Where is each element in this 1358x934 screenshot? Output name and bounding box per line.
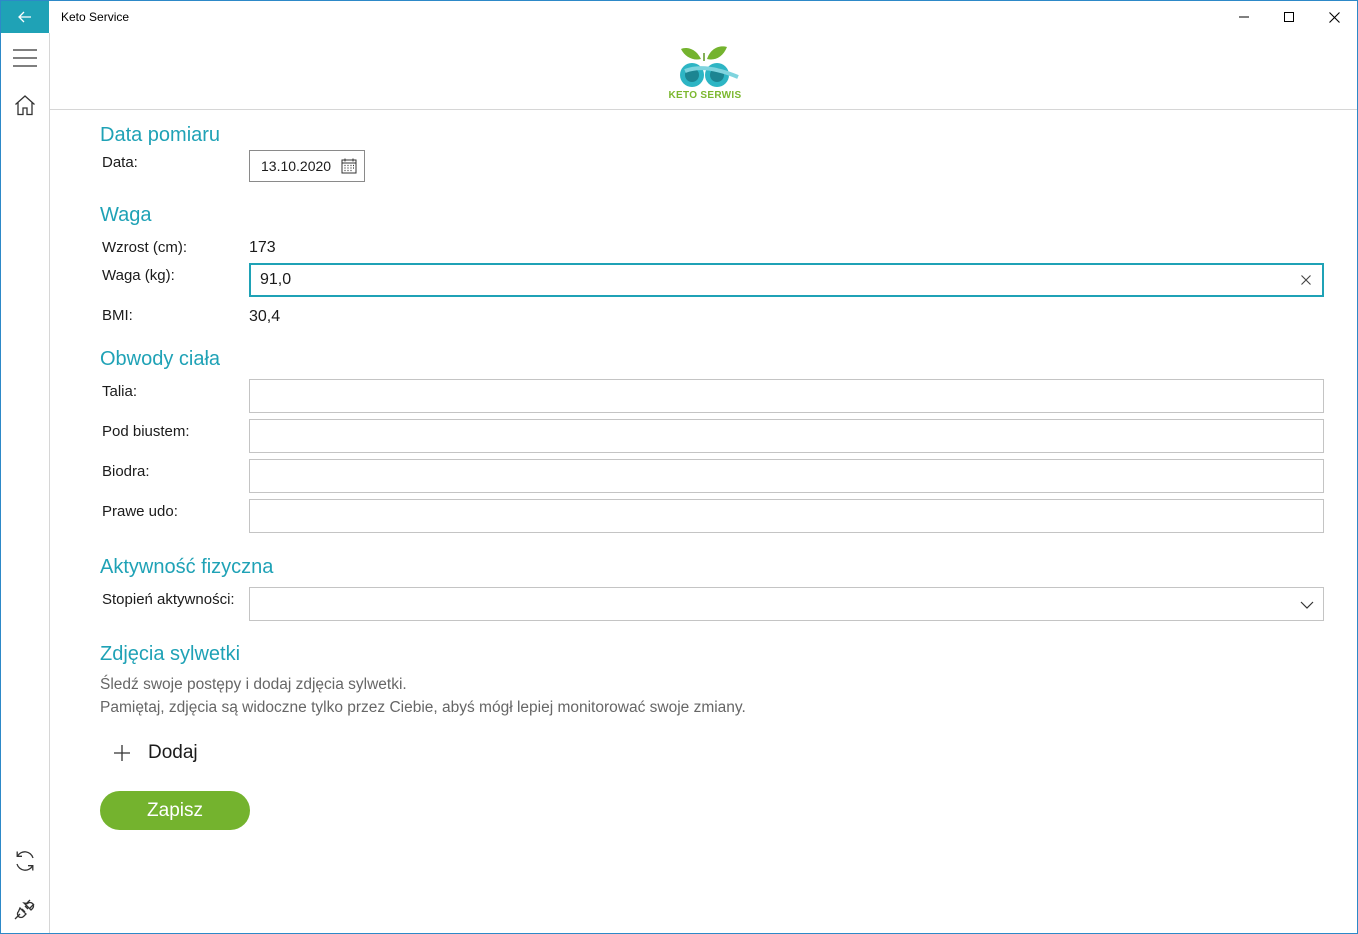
connection-button[interactable] bbox=[1, 889, 49, 929]
minimize-icon bbox=[1239, 16, 1249, 18]
date-label: Data: bbox=[102, 154, 138, 171]
save-button[interactable]: Zapisz bbox=[100, 791, 250, 830]
chevron-down-icon bbox=[1300, 601, 1314, 609]
plug-icon bbox=[14, 899, 35, 920]
underbust-input[interactable] bbox=[249, 419, 1324, 453]
back-button[interactable] bbox=[1, 1, 49, 33]
weight-input-value: 91,0 bbox=[260, 271, 292, 288]
maximize-button[interactable] bbox=[1266, 1, 1312, 33]
window-title: Keto Service bbox=[61, 10, 130, 24]
clear-weight-button[interactable] bbox=[1297, 271, 1315, 289]
close-button[interactable] bbox=[1311, 1, 1357, 33]
logo-graphic-icon bbox=[680, 46, 739, 87]
keto-serwis-logo: KETO SERWIS bbox=[665, 41, 745, 103]
waist-input[interactable] bbox=[249, 379, 1324, 413]
hips-label: Biodra: bbox=[102, 463, 150, 480]
weight-input[interactable]: 91,0 bbox=[249, 263, 1324, 297]
minimize-button[interactable] bbox=[1221, 1, 1267, 33]
activity-level-label: Stopień aktywności: bbox=[102, 591, 235, 608]
photos-description-line2: Pamiętaj, zdjęcia są widoczne tylko prze… bbox=[100, 699, 746, 716]
menu-button[interactable] bbox=[1, 38, 49, 78]
back-arrow-icon bbox=[18, 11, 31, 23]
section-title-date: Data pomiaru bbox=[100, 124, 221, 146]
photos-description-line1: Śledź swoje postępy i dodaj zdjęcia sylw… bbox=[100, 676, 407, 693]
bmi-label: BMI: bbox=[102, 307, 133, 324]
right-thigh-input[interactable] bbox=[249, 499, 1324, 533]
bmi-value: 30,4 bbox=[249, 308, 281, 325]
app-header: KETO SERWIS bbox=[50, 33, 1357, 110]
home-icon bbox=[15, 95, 35, 116]
add-photo-label: Dodaj bbox=[148, 742, 198, 763]
add-photo-button[interactable]: Dodaj bbox=[112, 738, 198, 768]
plus-icon bbox=[114, 745, 130, 761]
date-value: 13.10.2020 bbox=[261, 158, 332, 174]
right-thigh-label: Prawe udo: bbox=[102, 503, 178, 520]
calendar-icon bbox=[341, 158, 357, 174]
hamburger-menu-icon bbox=[13, 49, 37, 67]
title-bar: Keto Service bbox=[1, 1, 1357, 33]
section-title-activity: Aktywność fizyczna bbox=[100, 556, 274, 578]
height-label: Wzrost (cm): bbox=[102, 239, 187, 256]
waist-label: Talia: bbox=[102, 383, 138, 400]
clear-icon bbox=[1301, 275, 1311, 285]
close-icon bbox=[1328, 11, 1340, 23]
app-window: Keto Service KETO SERWIS Data pomiaru Da… bbox=[0, 0, 1358, 934]
nav-rail bbox=[1, 33, 50, 933]
activity-level-select[interactable] bbox=[249, 587, 1324, 621]
logo-text: KETO SERWIS bbox=[668, 90, 742, 101]
sync-icon bbox=[16, 851, 34, 871]
home-button[interactable] bbox=[1, 85, 49, 125]
section-title-weight: Waga bbox=[100, 204, 152, 226]
sync-button[interactable] bbox=[1, 841, 49, 881]
measurement-form: Data pomiaru Data: 13.10.2020 Waga Wzros… bbox=[50, 110, 1357, 933]
height-value: 173 bbox=[249, 239, 276, 256]
underbust-label: Pod biustem: bbox=[102, 423, 190, 440]
section-title-body: Obwody ciała bbox=[100, 348, 221, 370]
date-picker[interactable]: 13.10.2020 bbox=[249, 150, 365, 182]
section-title-photos: Zdjęcia sylwetki bbox=[100, 643, 241, 665]
maximize-icon bbox=[1284, 12, 1294, 22]
hips-input[interactable] bbox=[249, 459, 1324, 493]
weight-label: Waga (kg): bbox=[102, 267, 175, 284]
